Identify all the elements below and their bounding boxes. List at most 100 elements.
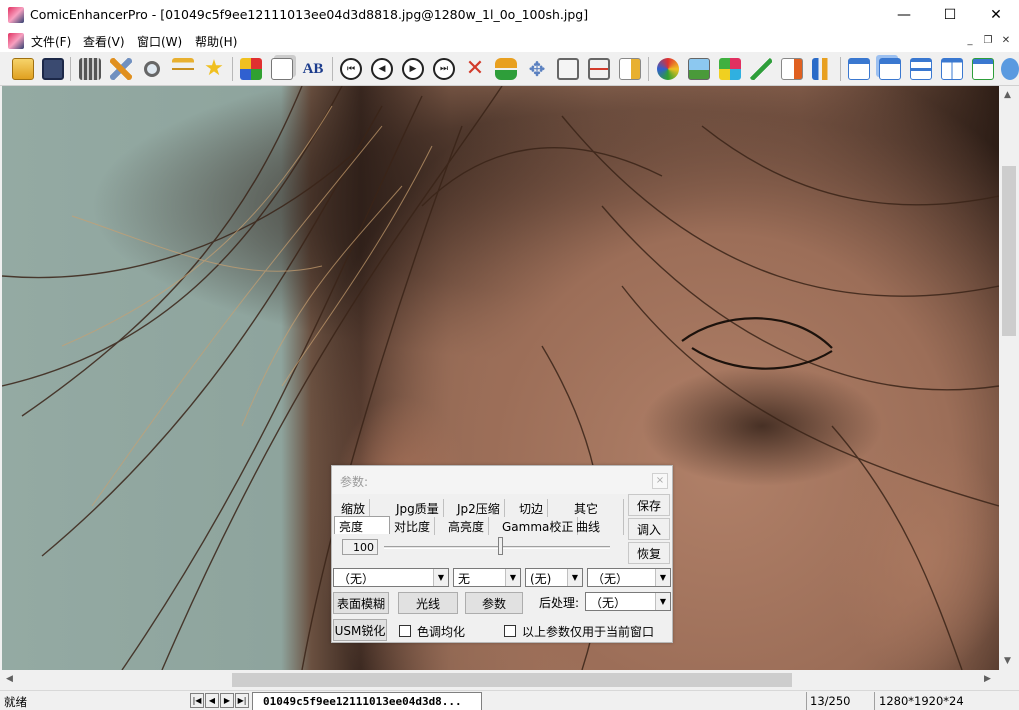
refresh-windows-icon[interactable] — [970, 56, 996, 82]
mdi-restore-button[interactable]: ❐ — [980, 34, 996, 48]
color-equalize-checkbox[interactable] — [399, 625, 411, 637]
postprocess-select[interactable]: （无） ▼ — [585, 592, 671, 611]
tab-curves[interactable]: 曲线 — [572, 517, 624, 535]
save-disk-icon[interactable] — [40, 56, 66, 82]
toolbar: ★ AB ⏮ ◀ ▶ ⏭ ✕ ✥ — [0, 52, 1019, 86]
maximize-button[interactable]: ☐ — [927, 0, 973, 30]
last-icon[interactable]: ⏭ — [431, 56, 457, 82]
menu-file[interactable]: 文件(F) — [31, 33, 71, 50]
next-icon[interactable]: ▶ — [400, 56, 426, 82]
mdi-close-button[interactable]: ✕ — [998, 34, 1014, 48]
close-button[interactable]: ✕ — [973, 0, 1019, 30]
light-button[interactable]: 光线 — [398, 592, 458, 614]
scroll-down-button[interactable]: ▼ — [1004, 656, 1011, 666]
last-glyph: ⏭ — [433, 58, 455, 80]
chevron-down-icon: ▼ — [505, 569, 520, 586]
picture-icon[interactable] — [686, 56, 712, 82]
first-icon[interactable]: ⏮ — [338, 56, 364, 82]
usm-sharpen-button[interactable]: USM锐化 — [333, 619, 387, 641]
star-add-icon[interactable]: ★ — [201, 56, 227, 82]
tile-horizontal-icon[interactable] — [908, 56, 934, 82]
delete-x-icon[interactable]: ✕ — [462, 56, 488, 82]
filter-select-3[interactable]: (无) ▼ — [525, 568, 583, 587]
filter-select-4[interactable]: （无） ▼ — [587, 568, 671, 587]
mdi-minimize-button[interactable]: _ — [962, 34, 978, 48]
document-icon[interactable] — [8, 33, 24, 49]
parameters-title-bar[interactable]: 参数: × — [332, 466, 672, 494]
balance-scale-icon[interactable] — [170, 56, 196, 82]
film-icon[interactable] — [77, 56, 103, 82]
tab-gamma[interactable]: Gamma校正 — [498, 517, 579, 535]
status-next-button[interactable]: ▶ — [220, 693, 234, 708]
copy-pages-icon[interactable] — [269, 56, 295, 82]
scroll-left-button[interactable]: ◀ — [6, 674, 13, 684]
minimize-button[interactable]: — — [881, 0, 927, 30]
export-icon[interactable] — [617, 56, 643, 82]
postprocess-select-value: （无） — [590, 596, 627, 610]
sort-icon[interactable] — [810, 56, 836, 82]
parameters-title: 参数: — [340, 475, 369, 489]
brightness-slider-track[interactable] — [384, 546, 610, 549]
status-ready: 就绪 — [4, 695, 27, 709]
chevron-down-icon: ▼ — [567, 569, 582, 586]
page-counter: 13/250 — [810, 694, 851, 708]
brightness-slider-thumb[interactable] — [498, 537, 503, 555]
status-last-button[interactable]: ▶| — [235, 693, 249, 708]
tab-brightness[interactable]: 亮度 — [334, 516, 390, 534]
parameters-close-button[interactable]: × — [652, 473, 668, 489]
dimensions-panel: 1280*1920*24 — [874, 692, 982, 710]
restore-params-button[interactable]: 恢复 — [628, 542, 670, 564]
width-icon[interactable] — [586, 56, 612, 82]
magnifier-icon[interactable] — [139, 56, 165, 82]
horizontal-scrollbar[interactable]: ◀ ▶ — [0, 670, 999, 690]
open-folder-icon[interactable] — [10, 56, 36, 82]
menu-help[interactable]: 帮助(H) — [195, 33, 237, 50]
tab-other[interactable]: 其它 — [570, 499, 624, 517]
chevron-down-icon: ▼ — [655, 593, 670, 610]
filter-select-4-value: （无） — [592, 572, 629, 586]
tile-vertical-icon[interactable] — [939, 56, 965, 82]
brightness-value[interactable]: 100 — [342, 539, 378, 555]
status-prev-button[interactable]: ◀ — [205, 693, 219, 708]
filter-select-2[interactable]: 无 ▼ — [453, 568, 521, 587]
spellcheck-ab-icon[interactable]: AB — [300, 56, 326, 82]
menu-view[interactable]: 查看(V) — [83, 33, 125, 50]
filter-select-1-value: （无） — [338, 572, 375, 586]
horizontal-scroll-thumb[interactable] — [232, 673, 792, 687]
tab-contrast[interactable]: 对比度 — [390, 517, 436, 535]
palette-icon[interactable] — [717, 56, 743, 82]
pinwheel-icon[interactable] — [655, 56, 681, 82]
vertical-scroll-thumb[interactable] — [1002, 166, 1016, 336]
surface-blur-button[interactable]: 表面模糊 — [333, 592, 389, 614]
tab-highlight[interactable]: 高亮度 — [444, 517, 490, 535]
globe-icon[interactable] — [1001, 56, 1019, 82]
tab-zoom[interactable]: 缩放 — [337, 499, 371, 517]
tab-jpg-quality[interactable]: Jpg质量 — [392, 499, 444, 517]
apply-current-window-checkbox[interactable] — [504, 625, 516, 637]
load-params-button[interactable]: 调入 — [628, 518, 670, 540]
color-grid-icon[interactable] — [238, 56, 264, 82]
params-button[interactable]: 参数 — [465, 592, 523, 614]
tab-crop[interactable]: 切边 — [515, 499, 549, 517]
previous-icon[interactable]: ◀ — [369, 56, 395, 82]
scroll-right-button[interactable]: ▶ — [984, 674, 991, 684]
vertical-scrollbar[interactable]: ▲ ▼ — [999, 86, 1019, 670]
cascade-icon[interactable] — [877, 56, 903, 82]
fit-icon[interactable] — [555, 56, 581, 82]
new-window-icon[interactable] — [846, 56, 872, 82]
brush-icon[interactable] — [748, 56, 774, 82]
status-bar: 就绪 |◀ ◀ ▶ ▶| 01049c5f9ee12111013ee04d3d8… — [0, 690, 1019, 710]
import-icon[interactable] — [779, 56, 805, 82]
save-params-button[interactable]: 保存 — [628, 494, 670, 516]
file-tab[interactable]: 01049c5f9ee12111013ee04d3d8... — [252, 692, 482, 710]
menu-window[interactable]: 窗口(W) — [137, 33, 182, 50]
status-first-button[interactable]: |◀ — [190, 693, 204, 708]
swap-icon[interactable] — [493, 56, 519, 82]
chevron-down-icon: ▼ — [433, 569, 448, 586]
color-equalize-label: 色调均化 — [417, 625, 466, 639]
move-icon[interactable]: ✥ — [524, 56, 550, 82]
scroll-up-button[interactable]: ▲ — [1004, 90, 1011, 100]
filter-select-1[interactable]: （无） ▼ — [333, 568, 449, 587]
tab-jp2-compress[interactable]: Jp2压缩 — [453, 499, 505, 517]
tools-icon[interactable] — [108, 56, 134, 82]
